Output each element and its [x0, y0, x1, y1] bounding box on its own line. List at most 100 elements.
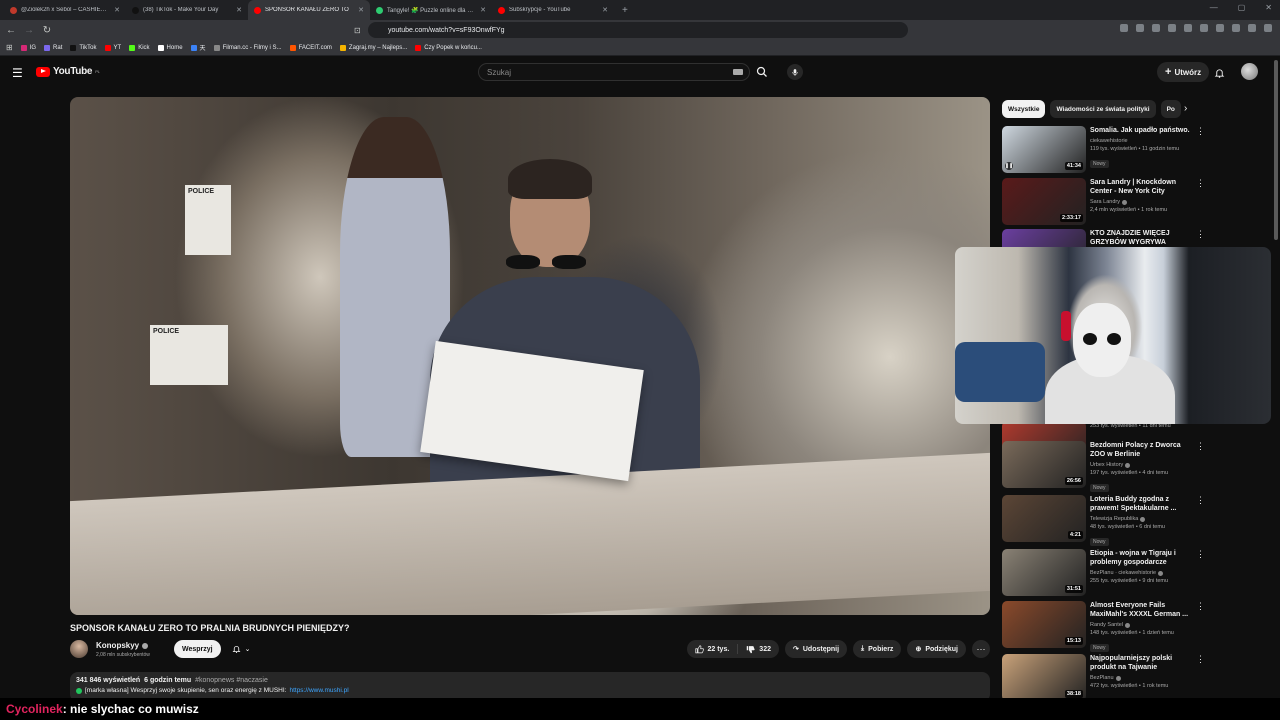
- recommended-title[interactable]: Somalia. Jak upadło państwo.: [1090, 126, 1194, 135]
- more-vert-icon[interactable]: ⋮: [1196, 229, 1205, 240]
- pause-icon[interactable]: ❚❚: [1005, 162, 1013, 170]
- recommended-video[interactable]: 41:34 ❚❚ Somalia. Jak upadło państwo. cieka…: [1002, 126, 1206, 174]
- subscription-bell-button[interactable]: ⌄: [224, 640, 258, 658]
- channel-avatar[interactable]: [70, 640, 88, 658]
- recommended-video[interactable]: 2:33:17 Sara Landry | Knockdown Center - …: [1002, 178, 1206, 226]
- forward-icon[interactable]: →: [22, 25, 36, 36]
- bookmark-item[interactable]: 天: [190, 43, 206, 52]
- create-button[interactable]: + Utwórz: [1157, 62, 1210, 82]
- recommended-title[interactable]: Loteria Buddy zgodna z prawem! Spektakul…: [1090, 495, 1194, 513]
- video-thumbnail[interactable]: 15:13: [1002, 601, 1086, 648]
- video-thumbnail[interactable]: 38:18: [1002, 654, 1086, 701]
- browser-tab[interactable]: (38) TikTok - Make Your Day ✕: [126, 0, 248, 20]
- extension-icon[interactable]: [1184, 24, 1192, 32]
- video-thumbnail[interactable]: 41:34 ❚❚: [1002, 126, 1086, 173]
- site-info-icon[interactable]: ⊡: [354, 26, 361, 35]
- more-vert-icon[interactable]: ⋮: [1196, 601, 1205, 612]
- maximize-icon[interactable]: ▢: [1238, 3, 1246, 12]
- filter-chip[interactable]: Wszystkie: [1002, 100, 1046, 118]
- chevron-right-icon[interactable]: ›: [1184, 103, 1187, 114]
- recommended-channel[interactable]: Randy Santel: [1090, 622, 1194, 628]
- recommended-video[interactable]: 38:18 Najpopularniejszy polski produkt na…: [1002, 654, 1206, 702]
- recommended-title[interactable]: KTO ZNAJDZIE WIĘCEJ GRZYBÓW WYGRYWA *AFE…: [1090, 229, 1194, 247]
- video-thumbnail[interactable]: 4:21: [1002, 495, 1086, 542]
- recommended-channel[interactable]: Urbex History: [1090, 462, 1194, 468]
- recommended-title[interactable]: Bezdomni Polacy z Dworca ZOO w Berlinie: [1090, 441, 1194, 459]
- browser-tab[interactable]: Subskrypcje - YouTube ✕: [492, 0, 614, 20]
- close-tab-icon[interactable]: ✕: [602, 6, 608, 14]
- extension-icon[interactable]: [1264, 24, 1272, 32]
- more-vert-icon[interactable]: ⋮: [1196, 654, 1205, 665]
- close-tab-icon[interactable]: ✕: [358, 6, 364, 14]
- bookmark-item[interactable]: FACEIT.com: [289, 44, 332, 51]
- bookmark-item[interactable]: Zagraj.my – Najleps...: [339, 44, 407, 51]
- extension-icon[interactable]: [1152, 24, 1160, 32]
- video-player[interactable]: POLICE POLICE: [70, 97, 990, 615]
- thanks-button[interactable]: ⊕ Podziękuj: [907, 640, 966, 658]
- hashtags[interactable]: #konopnews #naczasie: [195, 677, 268, 684]
- address-bar[interactable]: ⊡ youtube.com/watch?v=sF93OnwfFYg: [354, 22, 908, 38]
- description-link[interactable]: https://www.mushi.pl: [289, 687, 348, 694]
- bookmark-item[interactable]: Filman.cc - Filmy i S...: [213, 44, 282, 51]
- close-tab-icon[interactable]: ✕: [114, 6, 120, 14]
- account-avatar[interactable]: [1241, 63, 1258, 80]
- bookmark-item[interactable]: Home: [157, 44, 183, 51]
- recommended-title[interactable]: Najpopularniejszy polski produkt na Tajw…: [1090, 654, 1194, 672]
- more-actions-button[interactable]: ⋯: [972, 640, 990, 658]
- recommended-video[interactable]: 15:13 Almost Everyone Fails MaxiMahl's XX…: [1002, 601, 1206, 652]
- channel-name[interactable]: Konopskyy: [96, 641, 149, 650]
- reload-icon[interactable]: ↻: [40, 25, 54, 36]
- notifications-button[interactable]: [1214, 66, 1225, 84]
- extension-icon[interactable]: [1136, 24, 1144, 32]
- recommended-title[interactable]: Almost Everyone Fails MaxiMahl's XXXXL G…: [1090, 601, 1194, 619]
- apps-grid-icon[interactable]: ⊞: [6, 43, 13, 52]
- voice-search-button[interactable]: [787, 64, 803, 80]
- recommended-channel[interactable]: BezPlanu: [1090, 675, 1194, 681]
- more-vert-icon[interactable]: ⋮: [1196, 549, 1205, 560]
- video-thumbnail[interactable]: 31:51: [1002, 549, 1086, 596]
- filter-chip[interactable]: Wiadomości ze świata polityki: [1050, 100, 1156, 118]
- extension-icon[interactable]: [1232, 24, 1240, 32]
- more-vert-icon[interactable]: ⋮: [1196, 126, 1205, 137]
- recommended-title[interactable]: Etiopia - wojna w Tigraju i problemy gos…: [1090, 549, 1194, 567]
- close-tab-icon[interactable]: ✕: [480, 6, 486, 14]
- recommended-video[interactable]: 31:51 Etiopia - wojna w Tigraju i problem…: [1002, 549, 1206, 597]
- close-window-icon[interactable]: ✕: [1265, 3, 1272, 12]
- more-vert-icon[interactable]: ⋮: [1196, 178, 1205, 189]
- bookmark-item[interactable]: Rat: [44, 44, 62, 51]
- bookmark-item[interactable]: Kick: [129, 44, 150, 51]
- like-button[interactable]: 22 tys.: [687, 640, 738, 658]
- page-scrollbar[interactable]: [1274, 60, 1278, 240]
- recommended-channel[interactable]: Sara Landry: [1090, 199, 1194, 205]
- extension-icon[interactable]: [1168, 24, 1176, 32]
- bookmark-item[interactable]: IG: [20, 44, 36, 51]
- recommended-video[interactable]: 4:21 Loteria Buddy zgodna z prawem! Spekt…: [1002, 495, 1206, 546]
- video-thumbnail[interactable]: 26:56: [1002, 441, 1086, 488]
- recommended-channel[interactable]: ciekawehistorie: [1090, 138, 1194, 144]
- recommended-video[interactable]: 26:56 Bezdomni Polacy z Dworca ZOO w Berl…: [1002, 441, 1206, 492]
- browser-tab[interactable]: Tangyle! 🧩 Puzzle online dla wielu ✕: [370, 0, 492, 20]
- close-tab-icon[interactable]: ✕: [236, 6, 242, 14]
- more-vert-icon[interactable]: ⋮: [1196, 495, 1205, 506]
- filter-chip[interactable]: Po: [1160, 100, 1181, 118]
- extension-icon[interactable]: [1216, 24, 1224, 32]
- youtube-logo[interactable]: YouTube PL: [36, 66, 100, 77]
- share-button[interactable]: ↷ Udostępnij: [784, 640, 848, 658]
- extension-icon[interactable]: [1120, 24, 1128, 32]
- bookmark-item[interactable]: Czy Popek w końcu...: [415, 44, 482, 51]
- dislike-button[interactable]: 322: [738, 640, 779, 658]
- recommended-channel[interactable]: BezPlanu · ciekawehistorie: [1090, 570, 1194, 576]
- recommended-title[interactable]: Sara Landry | Knockdown Center - New Yor…: [1090, 178, 1194, 196]
- search-input[interactable]: [487, 67, 733, 77]
- video-thumbnail[interactable]: 2:33:17: [1002, 178, 1086, 225]
- browser-tab[interactable]: @Ziolek2h x Sebol – CASHIERT [LIVE ✕: [4, 0, 126, 20]
- keyboard-icon[interactable]: [733, 69, 743, 75]
- join-button[interactable]: Wesprzyj: [174, 640, 221, 658]
- bookmark-item[interactable]: YT: [104, 44, 121, 51]
- bookmark-item[interactable]: TikTok: [70, 44, 97, 51]
- download-button[interactable]: ⤓ Pobierz: [853, 640, 902, 658]
- back-icon[interactable]: ←: [4, 25, 18, 36]
- extension-icon[interactable]: [1248, 24, 1256, 32]
- search-button[interactable]: [749, 63, 775, 81]
- browser-tab[interactable]: SPONSOR KANAŁU ZERO TO ✕: [248, 0, 370, 20]
